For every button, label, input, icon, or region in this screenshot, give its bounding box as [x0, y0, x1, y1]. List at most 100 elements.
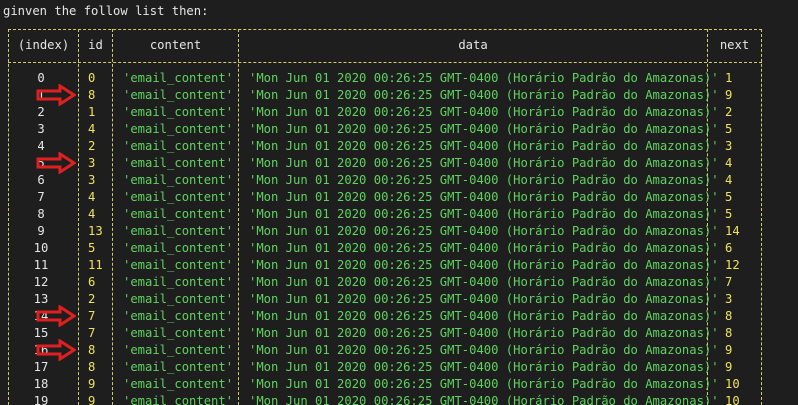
- cell-id: 0: [88, 71, 96, 85]
- header-data: data: [458, 38, 488, 52]
- cell-index: 18: [33, 377, 49, 391]
- cell-index: 9: [37, 224, 45, 238]
- cell-next: 7: [725, 275, 733, 289]
- cell-index: 3: [37, 122, 45, 136]
- cell-next: 10: [725, 377, 740, 391]
- cell-content: 'email_content': [123, 173, 234, 187]
- cell-id: 4: [88, 207, 96, 221]
- cell-content: 'email_content': [123, 224, 234, 238]
- cell-data: 'Mon Jun 01 2020 00:26:25 GMT-0400 (Horá…: [249, 207, 719, 221]
- cell-content: 'email_content': [123, 343, 234, 357]
- cell-id: 1: [88, 105, 96, 119]
- header-next: next: [719, 38, 750, 52]
- cell-id: 9: [88, 377, 96, 391]
- cell-next: 5: [725, 190, 733, 204]
- cell-content: 'email_content': [123, 190, 234, 204]
- cell-data: 'Mon Jun 01 2020 00:26:25 GMT-0400 (Horá…: [249, 292, 719, 306]
- cell-next: 12: [725, 258, 740, 272]
- cell-data: 'Mon Jun 01 2020 00:26:25 GMT-0400 (Horá…: [249, 156, 719, 170]
- header-id: id: [88, 38, 103, 52]
- cell-next: 9: [725, 88, 733, 102]
- cell-id: 8: [88, 88, 96, 102]
- cell-next: 4: [725, 156, 733, 170]
- cell-id: 2: [88, 139, 96, 153]
- cell-next: 6: [725, 241, 733, 255]
- cell-index: 17: [33, 360, 49, 374]
- cell-index: 7: [37, 190, 45, 204]
- cell-data: 'Mon Jun 01 2020 00:26:25 GMT-0400 (Horá…: [249, 139, 719, 153]
- intro-text: ginven the follow list then:: [3, 4, 209, 18]
- cell-content: 'email_content': [123, 122, 234, 136]
- cell-content: 'email_content': [123, 394, 234, 405]
- cell-content: 'email_content': [123, 326, 234, 340]
- cell-index: 2: [37, 105, 45, 119]
- cell-data: 'Mon Jun 01 2020 00:26:25 GMT-0400 (Horá…: [249, 309, 719, 323]
- cell-index: 11: [33, 258, 49, 272]
- cell-index: 12: [33, 275, 49, 289]
- cell-id: 5: [88, 241, 96, 255]
- cell-next: 5: [725, 122, 733, 136]
- cell-data: 'Mon Jun 01 2020 00:26:25 GMT-0400 (Horá…: [249, 258, 719, 272]
- cell-next: 14: [725, 224, 740, 238]
- cell-next: 9: [725, 343, 733, 357]
- cell-id: 8: [88, 343, 96, 357]
- cell-content: 'email_content': [123, 71, 234, 85]
- cell-data: 'Mon Jun 01 2020 00:26:25 GMT-0400 (Horá…: [249, 105, 719, 119]
- cell-data: 'Mon Jun 01 2020 00:26:25 GMT-0400 (Horá…: [249, 122, 719, 136]
- cell-next: 3: [725, 292, 733, 306]
- red-arrow-icon: [36, 152, 76, 174]
- cell-data: 'Mon Jun 01 2020 00:26:25 GMT-0400 (Horá…: [249, 173, 719, 187]
- cell-id: 8: [88, 360, 96, 374]
- cell-content: 'email_content': [123, 139, 234, 153]
- cell-content: 'email_content': [123, 360, 234, 374]
- cell-content: 'email_content': [123, 275, 234, 289]
- cell-content: 'email_content': [123, 88, 234, 102]
- cell-content: 'email_content': [123, 105, 234, 119]
- cell-data: 'Mon Jun 01 2020 00:26:25 GMT-0400 (Horá…: [249, 190, 719, 204]
- cell-id: 2: [88, 292, 96, 306]
- cell-next: 4: [725, 173, 733, 187]
- cell-content: 'email_content': [123, 156, 234, 170]
- cell-data: 'Mon Jun 01 2020 00:26:25 GMT-0400 (Horá…: [249, 377, 719, 391]
- cell-content: 'email_content': [123, 292, 234, 306]
- cell-id: 3: [88, 173, 96, 187]
- cell-id: 7: [88, 309, 96, 323]
- cell-next: 5: [725, 207, 733, 221]
- cell-next: 8: [725, 309, 733, 323]
- cell-data: 'Mon Jun 01 2020 00:26:25 GMT-0400 (Horá…: [249, 343, 719, 357]
- cell-next: 10: [725, 394, 740, 405]
- cell-data: 'Mon Jun 01 2020 00:26:25 GMT-0400 (Horá…: [249, 71, 719, 85]
- cell-id: 4: [88, 122, 96, 136]
- cell-next: 3: [725, 139, 733, 153]
- cell-id: 11: [88, 258, 103, 272]
- header-content: content: [149, 38, 202, 52]
- cell-data: 'Mon Jun 01 2020 00:26:25 GMT-0400 (Horá…: [249, 326, 719, 340]
- cell-next: 9: [725, 360, 733, 374]
- header-index: (index): [17, 38, 70, 52]
- red-arrow-icon: [36, 305, 76, 327]
- cell-data: 'Mon Jun 01 2020 00:26:25 GMT-0400 (Horá…: [249, 360, 719, 374]
- cell-data: 'Mon Jun 01 2020 00:26:25 GMT-0400 (Horá…: [249, 224, 719, 238]
- cell-next: 8: [725, 326, 733, 340]
- cell-id: 7: [88, 326, 96, 340]
- red-arrow-icon: [36, 339, 76, 361]
- cell-content: 'email_content': [123, 207, 234, 221]
- cell-next: 2: [725, 105, 733, 119]
- cell-data: 'Mon Jun 01 2020 00:26:25 GMT-0400 (Horá…: [249, 394, 719, 405]
- cell-next: 1: [725, 71, 733, 85]
- cell-index: 8: [37, 207, 45, 221]
- cell-content: 'email_content': [123, 377, 234, 391]
- cell-id: 6: [88, 275, 96, 289]
- cell-data: 'Mon Jun 01 2020 00:26:25 GMT-0400 (Horá…: [249, 241, 719, 255]
- cell-id: 9: [88, 394, 96, 405]
- cell-id: 13: [88, 224, 103, 238]
- cell-index: 10: [33, 241, 49, 255]
- cell-id: 4: [88, 190, 96, 204]
- cell-data: 'Mon Jun 01 2020 00:26:25 GMT-0400 (Horá…: [249, 275, 719, 289]
- cell-content: 'email_content': [123, 258, 234, 272]
- red-arrow-icon: [36, 84, 76, 106]
- cell-data: 'Mon Jun 01 2020 00:26:25 GMT-0400 (Horá…: [249, 88, 719, 102]
- cell-content: 'email_content': [123, 309, 234, 323]
- cell-content: 'email_content': [123, 241, 234, 255]
- cell-index: 6: [37, 173, 45, 187]
